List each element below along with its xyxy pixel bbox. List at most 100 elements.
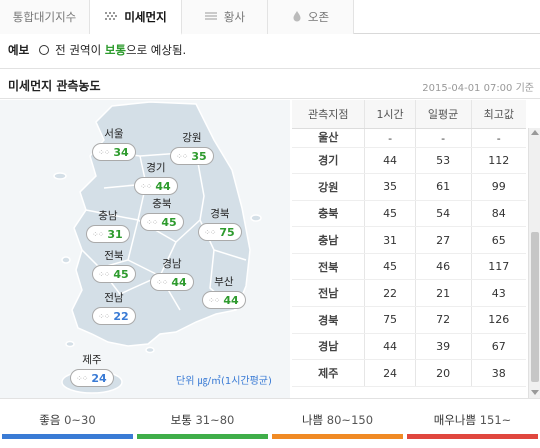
hourly-value: 75: [364, 306, 416, 334]
city-name: 경남: [162, 258, 182, 270]
observation-timestamp: 2015-04-01 07:00 기준: [422, 83, 534, 94]
station-name: 충남: [292, 226, 365, 254]
divider: [0, 98, 540, 99]
city-chungnam[interactable]: 충남 ⁘⁘ 31: [86, 208, 130, 243]
table-row: 충남 31 27 65: [292, 226, 526, 254]
max-value: -: [470, 128, 526, 148]
city-value-badge: ⁘⁘ 34: [92, 143, 136, 161]
city-value-badge: ⁘⁘ 44: [202, 291, 246, 309]
legend-range: 151~: [479, 413, 512, 427]
tab-integrated-air-index[interactable]: 통합대기지수: [0, 0, 90, 34]
daily-average: 72: [414, 306, 472, 334]
city-value: 22: [113, 309, 129, 323]
divider: [0, 68, 540, 69]
circle-icon: [39, 45, 50, 55]
dust-dots-icon: ⁘⁘: [140, 181, 152, 191]
city-value: 44: [223, 293, 239, 307]
hourly-value: -: [364, 128, 416, 148]
column-header: 최고값: [470, 100, 526, 129]
city-seoul[interactable]: 서울 ⁘⁘ 34: [92, 126, 136, 161]
legend-label: 좋음: [39, 413, 61, 427]
daily-average: 39: [414, 333, 472, 361]
legend-range: 0~30: [64, 413, 96, 427]
hourly-value: 44: [364, 333, 416, 361]
dust-dots-icon: ⁘⁘: [146, 217, 158, 227]
table-row: 경북 75 72 126: [292, 306, 526, 334]
city-busan[interactable]: 부산 ⁘⁘ 44: [202, 274, 246, 309]
legend-item-good: 좋음 0~30: [0, 404, 135, 448]
city-name: 부산: [214, 276, 234, 288]
legend-label: 나쁨: [301, 413, 324, 427]
dust-dots-icon: ⁘⁘: [204, 227, 216, 237]
daily-average: 20: [414, 359, 472, 387]
station-name: 울산: [292, 128, 365, 148]
station-name: 전북: [292, 253, 365, 281]
city-gyeongnam[interactable]: 경남 ⁘⁘ 44: [150, 256, 194, 291]
hourly-value: 24: [364, 359, 416, 387]
observation-table-panel: 관측지점 1시간 일평균 최고값 울산 - - - 경기 44 53 112 강…: [292, 100, 540, 398]
city-value: 45: [113, 267, 129, 281]
table-row: 강원 35 61 99: [292, 173, 526, 201]
table-row: 경남 44 39 67: [292, 333, 526, 361]
max-value: 84: [470, 200, 526, 228]
station-name: 충북: [292, 200, 365, 228]
city-chungbuk[interactable]: 충북 ⁘⁘ 45: [140, 196, 184, 231]
city-value: 35: [191, 149, 207, 163]
city-jeonnam[interactable]: 전남 ⁘⁘ 22: [92, 290, 136, 325]
city-value: 44: [155, 179, 171, 193]
city-value: 24: [91, 371, 107, 385]
map-unit-label: 단위 ㎍/㎥(1시간평균): [176, 376, 272, 387]
station-name: 전남: [292, 279, 365, 308]
tab-label: 오존: [307, 10, 330, 24]
station-name: 강원: [292, 173, 365, 201]
table-scrollbar[interactable]: [528, 128, 540, 398]
hourly-value: 31: [364, 226, 416, 254]
dust-dots-icon: ⁘⁘: [208, 295, 220, 305]
tab-fine-dust[interactable]: 미세먼지: [90, 0, 182, 35]
city-name: 전남: [104, 292, 124, 304]
city-gyeonggi[interactable]: 경기 ⁘⁘ 44: [134, 160, 178, 195]
scrollbar-thumb[interactable]: [531, 232, 539, 382]
city-value-badge: ⁘⁘ 45: [92, 265, 136, 283]
daily-average: 53: [414, 147, 472, 175]
hourly-value: 22: [364, 279, 416, 308]
hourly-value: 44: [364, 147, 416, 175]
city-value: 34: [113, 145, 129, 159]
scroll-up-arrow-icon[interactable]: [531, 130, 539, 135]
legend-item-bad: 나쁨 80~150: [270, 404, 405, 448]
forecast-line: 예보 전 권역이 보통 으로 예상됨.: [8, 40, 186, 60]
legend-color-bar: [407, 434, 538, 439]
table-row: 울산 - - -: [292, 128, 526, 148]
column-header: 관측지점: [292, 100, 365, 129]
legend-label: 보통: [170, 413, 192, 427]
city-value-badge: ⁘⁘ 24: [70, 369, 114, 387]
tab-yellow-dust[interactable]: 황사: [182, 0, 268, 34]
scroll-down-arrow-icon[interactable]: [531, 390, 539, 395]
city-gyeongbuk[interactable]: 경북 ⁘⁘ 75: [198, 206, 242, 241]
city-value-badge: ⁘⁘ 31: [86, 225, 130, 243]
max-value: 43: [470, 279, 526, 308]
korea-map: 서울 ⁘⁘ 34 강원 ⁘⁘ 35 경기 ⁘⁘ 44 충북 ⁘⁘ 45 충남 ⁘…: [0, 100, 290, 398]
dust-dots-icon: ⁘⁘: [92, 229, 104, 239]
dust-dots-icon: ⁘⁘: [156, 277, 168, 287]
daily-average: 21: [414, 279, 472, 308]
legend-range: 31~80: [195, 413, 235, 427]
city-name: 서울: [104, 128, 124, 140]
max-value: 38: [470, 359, 526, 387]
hourly-value: 45: [364, 253, 416, 281]
divider: [0, 398, 540, 399]
legend-range: 80~150: [326, 413, 374, 427]
table-row: 전남 22 21 43: [292, 279, 526, 308]
daily-average: 46: [414, 253, 472, 281]
tab-ozone[interactable]: 오존: [268, 0, 354, 34]
daily-average: 61: [414, 173, 472, 201]
city-value-badge: ⁘⁘ 22: [92, 307, 136, 325]
city-jeonbuk[interactable]: 전북 ⁘⁘ 45: [92, 248, 136, 283]
city-value-badge: ⁘⁘ 44: [150, 273, 194, 291]
city-name: 강원: [182, 132, 202, 144]
dust-dots-icon: ⁘⁘: [98, 311, 110, 321]
station-name: 경남: [292, 333, 365, 361]
city-jeju[interactable]: 제주 ⁘⁘ 24: [70, 352, 114, 387]
city-name: 충북: [152, 198, 172, 210]
city-value: 44: [171, 275, 187, 289]
